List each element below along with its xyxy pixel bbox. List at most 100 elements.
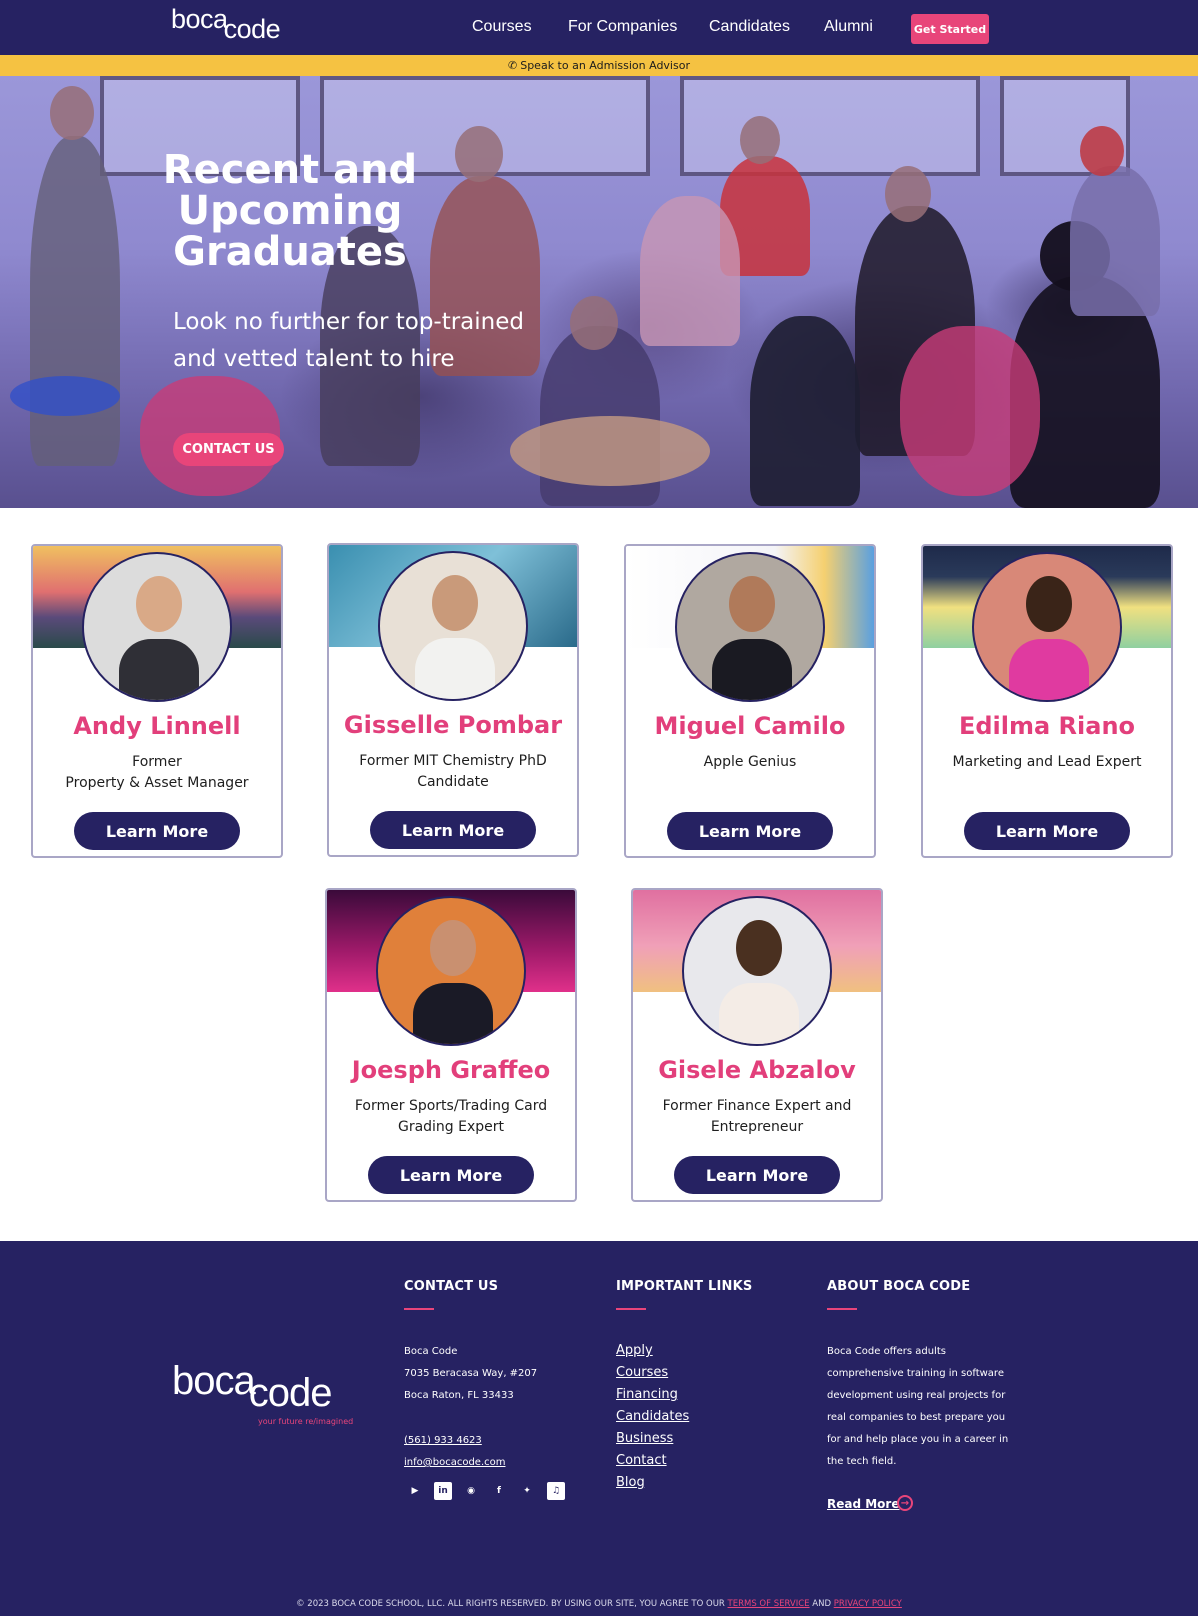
candidate-photo xyxy=(682,896,832,1046)
contact-heading: CONTACT US xyxy=(404,1279,499,1294)
candidate-card: Edilma Riano Marketing and Lead Expert L… xyxy=(921,544,1173,858)
heading-underline xyxy=(616,1308,646,1310)
candidate-name: Miguel Camilo xyxy=(654,712,846,740)
photo-figure xyxy=(455,126,503,182)
read-more-link[interactable]: Read More xyxy=(827,1497,900,1511)
nav-link-courses[interactable]: Courses xyxy=(472,18,532,36)
candidate-photo-body xyxy=(415,638,495,699)
learn-more-button[interactable]: Learn More xyxy=(964,812,1130,850)
advisor-bar-text: Speak to an Admission Advisor xyxy=(520,59,690,72)
about-text-line: for and help place you in a career in xyxy=(827,1434,1009,1445)
learn-more-button[interactable]: Learn More xyxy=(74,812,240,850)
terms-of-service-link[interactable]: TERMS OF SERVICE xyxy=(728,1599,810,1609)
contact-company: Boca Code xyxy=(404,1346,458,1357)
about-text-line: real companies to best prepare you xyxy=(827,1412,1006,1423)
candidate-name: Andy Linnell xyxy=(73,712,241,740)
learn-more-button[interactable]: Learn More xyxy=(674,1156,840,1194)
candidate-name: Joesph Graffeo xyxy=(351,1056,551,1084)
candidate-photo xyxy=(376,896,526,1046)
candidate-photo-head xyxy=(736,920,782,976)
about-text-line: development using real projects for xyxy=(827,1390,1006,1401)
candidate-photo xyxy=(675,552,825,702)
candidate-name: Gisele Abzalov xyxy=(658,1056,856,1084)
footer-link-contact[interactable]: Contact xyxy=(616,1453,667,1468)
photo-side-table xyxy=(10,376,120,416)
heading-underline xyxy=(827,1308,857,1310)
candidate-title: Former Finance Expert and Entrepreneur xyxy=(662,1098,852,1135)
candidate-title: Apple Genius xyxy=(703,754,797,770)
footer-link-blog[interactable]: Blog xyxy=(616,1475,645,1490)
contact-us-button[interactable]: CONTACT US xyxy=(173,433,284,466)
about-text-line: comprehensive training in software xyxy=(827,1368,1004,1379)
photo-figure xyxy=(1080,126,1124,176)
footer: bocacode your future re/imagined CONTACT… xyxy=(0,1241,1198,1616)
nav-link-for-companies[interactable]: For Companies xyxy=(568,18,677,36)
footer-link-business[interactable]: Business xyxy=(616,1431,673,1446)
candidate-photo-body xyxy=(1009,639,1089,700)
advisor-bar[interactable]: ✆ Speak to an Admission Advisor xyxy=(0,55,1198,76)
footer-logo-part-1: boca xyxy=(172,1359,256,1403)
candidate-title: Former Sports/Trading Card Grading Exper… xyxy=(354,1098,548,1135)
hero-title: Recent and Upcoming Graduates xyxy=(162,147,418,275)
photo-table xyxy=(510,416,710,486)
candidate-photo xyxy=(972,552,1122,702)
learn-more-button[interactable]: Learn More xyxy=(370,811,536,849)
candidate-card: Gisele Abzalov Former Finance Expert and… xyxy=(631,888,883,1202)
nav-link-alumni[interactable]: Alumni xyxy=(824,18,873,36)
top-navigation: bocacode Courses For Companies Candidate… xyxy=(0,0,1198,55)
candidate-card: Joesph Graffeo Former Sports/Trading Car… xyxy=(325,888,577,1202)
candidate-photo-body xyxy=(119,639,199,700)
photo-figure xyxy=(570,296,618,350)
privacy-policy-link[interactable]: PRIVACY POLICY xyxy=(834,1599,902,1609)
contact-address-line-1: 7035 Beracasa Way, #207 xyxy=(404,1368,538,1379)
about-text-line: the tech field. xyxy=(827,1456,897,1467)
heading-underline xyxy=(404,1308,434,1310)
footer-link-courses[interactable]: Courses xyxy=(616,1365,668,1380)
learn-more-button[interactable]: Learn More xyxy=(667,812,833,850)
instagram-icon[interactable]: ◉ xyxy=(462,1482,480,1500)
candidate-photo xyxy=(378,551,528,701)
candidate-photo-head xyxy=(430,920,476,976)
photo-figure xyxy=(640,196,740,346)
footer-link-candidates[interactable]: Candidates xyxy=(616,1409,689,1424)
arrow-right-circle-icon[interactable]: → xyxy=(897,1495,913,1511)
tiktok-icon[interactable]: ♫ xyxy=(547,1482,565,1500)
linkedin-icon[interactable]: in xyxy=(434,1482,452,1500)
facebook-icon[interactable]: f xyxy=(490,1482,508,1500)
candidate-photo-body xyxy=(712,639,792,700)
footer-link-financing[interactable]: Financing xyxy=(616,1387,678,1402)
candidate-card: Andy Linnell Former Property & Asset Man… xyxy=(31,544,283,858)
candidate-name: Edilma Riano xyxy=(958,712,1136,740)
footer-link-apply[interactable]: Apply xyxy=(616,1343,653,1358)
photo-figure xyxy=(30,136,120,466)
about-text-line: Boca Code offers adults xyxy=(827,1346,946,1357)
photo-figure xyxy=(1070,166,1160,316)
contact-address-line-2: Boca Raton, FL 33433 xyxy=(404,1390,514,1401)
candidate-title: Marketing and Lead Expert xyxy=(952,754,1142,770)
youtube-icon[interactable]: ▶ xyxy=(406,1482,424,1500)
photo-figure xyxy=(740,116,780,164)
footer-logo[interactable]: bocacode xyxy=(172,1359,332,1415)
hero-section: Recent and Upcoming Graduates Look no fu… xyxy=(0,76,1198,508)
logo-part-1: boca xyxy=(171,4,228,34)
candidate-card: Gisselle Pombar Former MIT Chemistry PhD… xyxy=(327,543,579,857)
candidate-photo-head xyxy=(729,576,775,632)
candidate-title: Former Property & Asset Manager xyxy=(65,754,249,791)
contact-email-link[interactable]: info@bocacode.com xyxy=(404,1452,506,1475)
footer-logo-part-2: code xyxy=(248,1371,333,1415)
contact-phone-link[interactable]: (561) 933 4623 xyxy=(404,1430,482,1453)
logo[interactable]: bocacode xyxy=(171,4,281,44)
nav-link-candidates[interactable]: Candidates xyxy=(709,18,790,36)
twitter-icon[interactable]: ✦ xyxy=(518,1482,536,1500)
photo-figure xyxy=(885,166,931,222)
about-heading: ABOUT BOCA CODE xyxy=(827,1279,971,1294)
learn-more-button[interactable]: Learn More xyxy=(368,1156,534,1194)
logo-part-2: code xyxy=(223,14,281,44)
candidate-photo-head xyxy=(432,575,478,631)
get-started-button[interactable]: Get Started xyxy=(911,14,989,44)
candidate-photo-body xyxy=(413,983,493,1044)
copyright: © 2023 BOCA CODE SCHOOL, LLC. ALL RIGHTS… xyxy=(0,1599,1198,1609)
important-links-heading: IMPORTANT LINKS xyxy=(616,1279,753,1294)
copyright-and: AND xyxy=(812,1599,831,1609)
hero-subtitle: Look no further for top-trained and vett… xyxy=(173,309,524,372)
